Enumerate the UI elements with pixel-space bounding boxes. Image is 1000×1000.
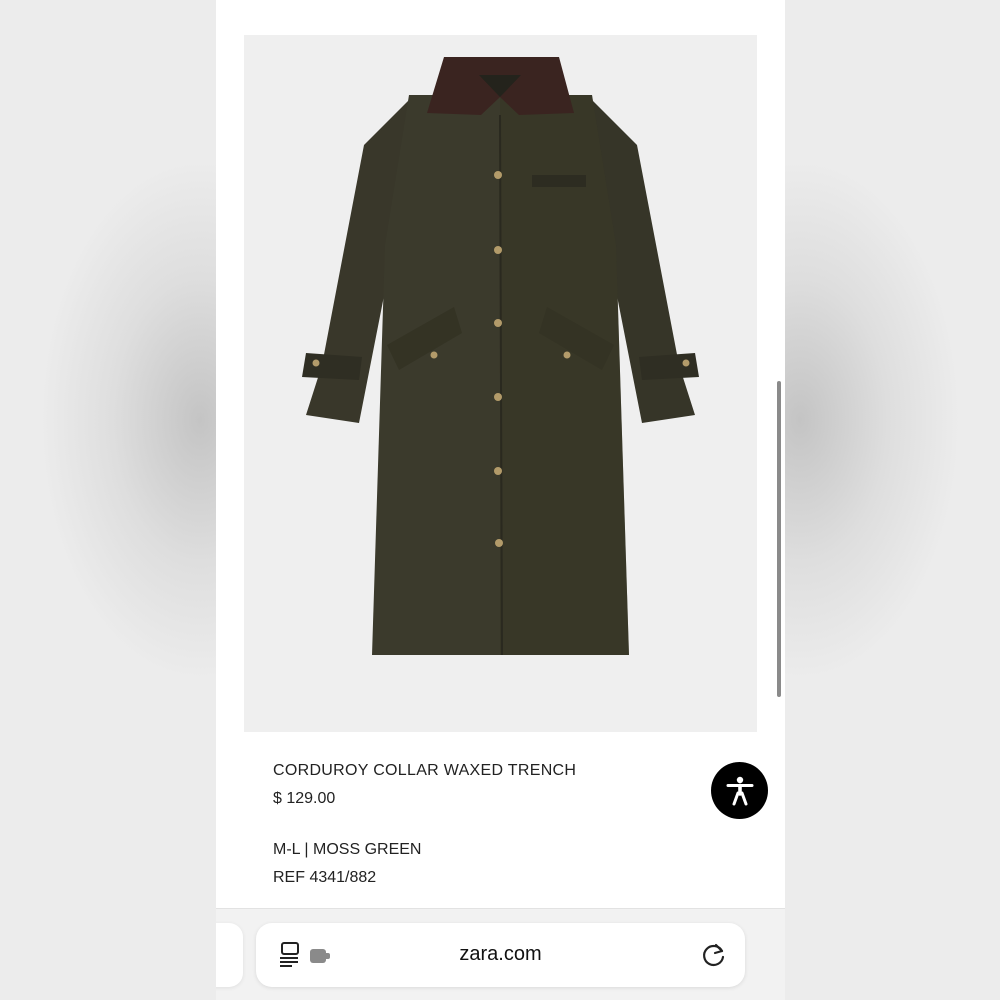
scrollbar[interactable] <box>777 381 781 697</box>
url-text: zara.com <box>459 943 542 965</box>
product-name: CORDUROY COLLAR WAXED TRENCH <box>273 762 577 779</box>
reload-icon[interactable] <box>700 941 728 969</box>
previous-tab-card[interactable] <box>216 923 243 987</box>
product-price: $ 129.00 <box>273 790 336 807</box>
browser-toolbar: zara.com <box>216 908 785 1000</box>
product-reference: REF 4341/882 <box>273 869 377 886</box>
accessibility-person-icon <box>726 776 753 805</box>
accessibility-button[interactable] <box>711 762 768 819</box>
product-image[interactable] <box>244 35 757 732</box>
coat-illustration <box>302 57 699 656</box>
address-bar[interactable]: zara.com <box>256 923 745 987</box>
product-size-color: M-L | MOSS GREEN <box>273 841 422 858</box>
phone-screen: CORDUROY COLLAR WAXED TRENCH $ 129.00 M-… <box>216 0 785 1000</box>
background-right <box>784 0 1000 1000</box>
background-left <box>0 0 216 1000</box>
